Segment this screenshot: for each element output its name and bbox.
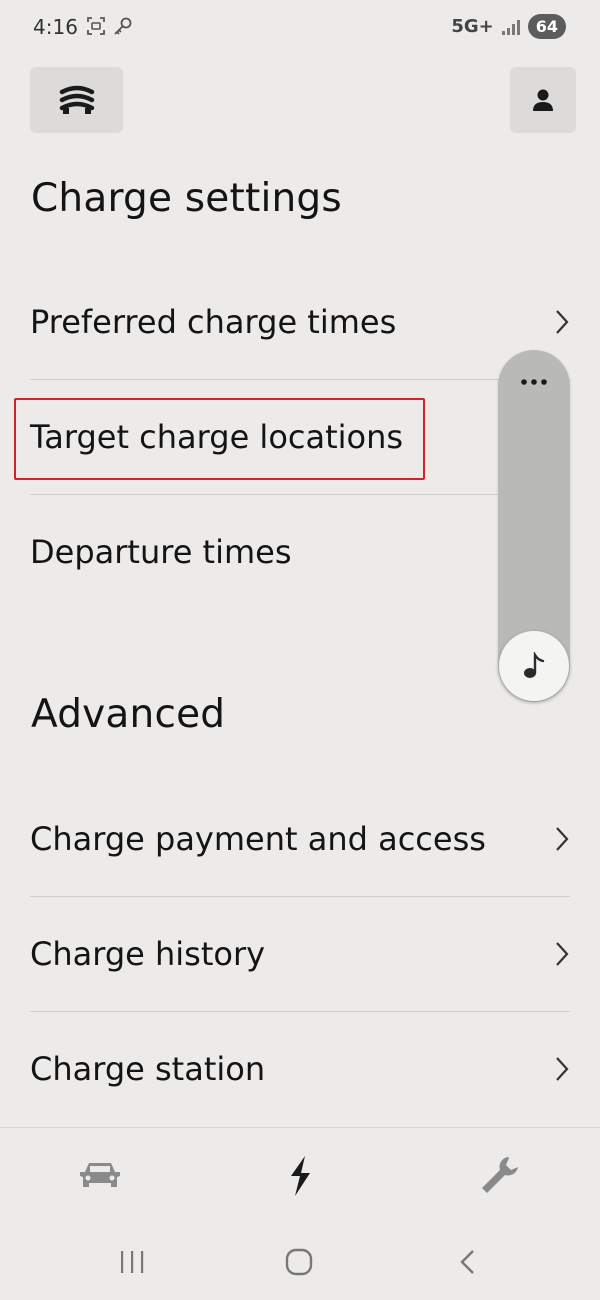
row-label: Charge history: [30, 935, 266, 973]
list-item-preferred-charge-times[interactable]: Preferred charge times: [30, 265, 570, 379]
person-icon: [533, 89, 553, 111]
row-label: Charge station: [30, 1050, 266, 1088]
profile-button[interactable]: [510, 67, 576, 133]
status-notification-icons: [86, 16, 134, 38]
row-label: Preferred charge times: [30, 303, 397, 341]
home-icon: [285, 1248, 313, 1276]
key-icon: [114, 17, 132, 35]
car-icon: [80, 1163, 120, 1187]
screenshot-icon: [87, 17, 105, 35]
layers-stack-icon: [59, 85, 94, 114]
menu-button[interactable]: [30, 67, 123, 133]
status-right: 5G+ 64: [451, 14, 566, 39]
panel-more-button[interactable]: [498, 364, 570, 400]
recent-apps-icon: [121, 1251, 144, 1273]
advanced-title: Advanced: [31, 692, 226, 737]
home-button[interactable]: [269, 1242, 329, 1282]
status-bar: 4:16 5G+ 64: [0, 0, 600, 56]
floating-panel[interactable]: [498, 350, 570, 702]
more-horizontal-icon: [521, 379, 547, 385]
highlight-box: [14, 398, 425, 480]
panel-music-button[interactable]: [499, 631, 569, 701]
wrench-icon: [482, 1157, 518, 1193]
chevron-right-icon: [556, 1057, 569, 1081]
nav-service[interactable]: [460, 1144, 540, 1208]
chevron-right-icon: [556, 827, 569, 851]
chevron-right-icon: [556, 310, 569, 334]
nav-charge[interactable]: [260, 1144, 340, 1208]
chevron-right-icon: [556, 942, 569, 966]
recent-apps-button[interactable]: [102, 1242, 162, 1282]
battery-badge: 64: [527, 14, 566, 39]
row-label: Charge payment and access: [30, 820, 486, 858]
nav-car[interactable]: [60, 1144, 140, 1208]
system-navigation-bar: [0, 1228, 600, 1300]
bottom-nav: [0, 1127, 600, 1227]
list-item-departure-times[interactable]: Departure times: [30, 495, 570, 609]
network-label: 5G+: [451, 16, 494, 37]
signal-icon: [501, 19, 520, 35]
list-item-charge-station[interactable]: Charge station: [30, 1012, 570, 1126]
charge-settings-title: Charge settings: [31, 176, 342, 221]
back-icon: [460, 1250, 474, 1274]
status-time: 4:16: [33, 15, 78, 39]
back-button[interactable]: [437, 1242, 497, 1282]
music-note-icon: [524, 652, 545, 678]
list-item-charge-payment[interactable]: Charge payment and access: [30, 782, 570, 896]
lightning-icon: [291, 1156, 310, 1196]
row-label: Departure times: [30, 533, 292, 571]
list-item-charge-history[interactable]: Charge history: [30, 897, 570, 1011]
